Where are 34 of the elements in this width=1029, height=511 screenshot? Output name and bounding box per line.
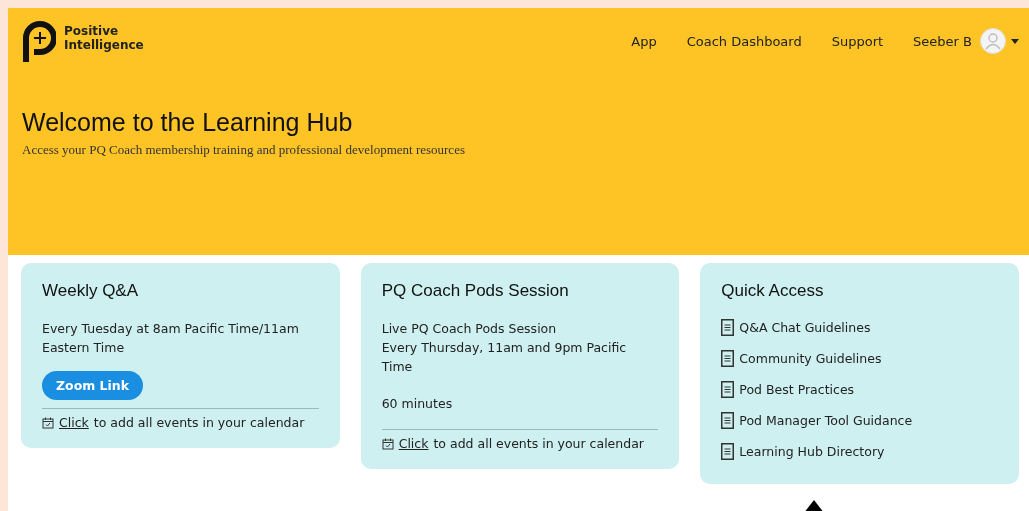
nav-link[interactable]: App bbox=[631, 33, 657, 49]
document-icon bbox=[721, 319, 735, 336]
card-text: Every Tuesday at 8am Pacific Time/11am Eastern Time bbox=[42, 320, 300, 357]
calendar-icon bbox=[381, 437, 394, 450]
calendar-link[interactable]: Click bbox=[59, 415, 89, 430]
page-title: Welcome to the Learning Hub bbox=[22, 108, 354, 137]
quick-access-link[interactable]: Learning Hub Directory bbox=[739, 444, 885, 459]
brand-name: Positive bbox=[64, 24, 120, 38]
card-text: Live PQ Coach Pods Session bbox=[381, 320, 558, 338]
nav-link[interactable]: Coach Dashboard bbox=[686, 33, 802, 49]
card-title: Weekly Q&A bbox=[42, 281, 140, 301]
document-icon bbox=[721, 412, 735, 429]
quick-access-link[interactable]: Community Guidelines bbox=[739, 351, 882, 366]
calendar-text: to add all events in your calendar bbox=[93, 415, 305, 430]
page-subtitle: Access your PQ Coach membership training and professional development resources bbox=[22, 141, 466, 158]
card-title: Quick Access bbox=[721, 281, 825, 301]
zoom-link-button[interactable]: Zoom Link bbox=[42, 371, 144, 400]
document-icon bbox=[721, 443, 735, 460]
quick-access-link[interactable]: Pod Best Practices bbox=[739, 382, 855, 397]
calendar-icon bbox=[42, 416, 54, 429]
card-text: 60 minutes bbox=[381, 395, 454, 413]
nav-link[interactable]: Support bbox=[831, 33, 884, 49]
card-text: Every Thursday, 11am and 9pm Pacific Time bbox=[381, 339, 628, 376]
calendar-text: to add all events in your calendar bbox=[433, 436, 644, 451]
user-name[interactable]: Seeber B bbox=[913, 33, 972, 49]
brand-name: Intelligence bbox=[64, 38, 144, 52]
calendar-link[interactable]: Click bbox=[398, 436, 429, 451]
logo-icon[interactable] bbox=[22, 20, 56, 64]
document-icon bbox=[721, 381, 735, 398]
document-icon bbox=[721, 350, 735, 367]
quick-access-link[interactable]: Q&A Chat Guidelines bbox=[739, 320, 871, 335]
quick-access-link[interactable]: Pod Manager Tool Guidance bbox=[739, 413, 913, 428]
caret-icon[interactable] bbox=[1011, 38, 1019, 44]
card-title: PQ Coach Pods Session bbox=[381, 281, 570, 301]
